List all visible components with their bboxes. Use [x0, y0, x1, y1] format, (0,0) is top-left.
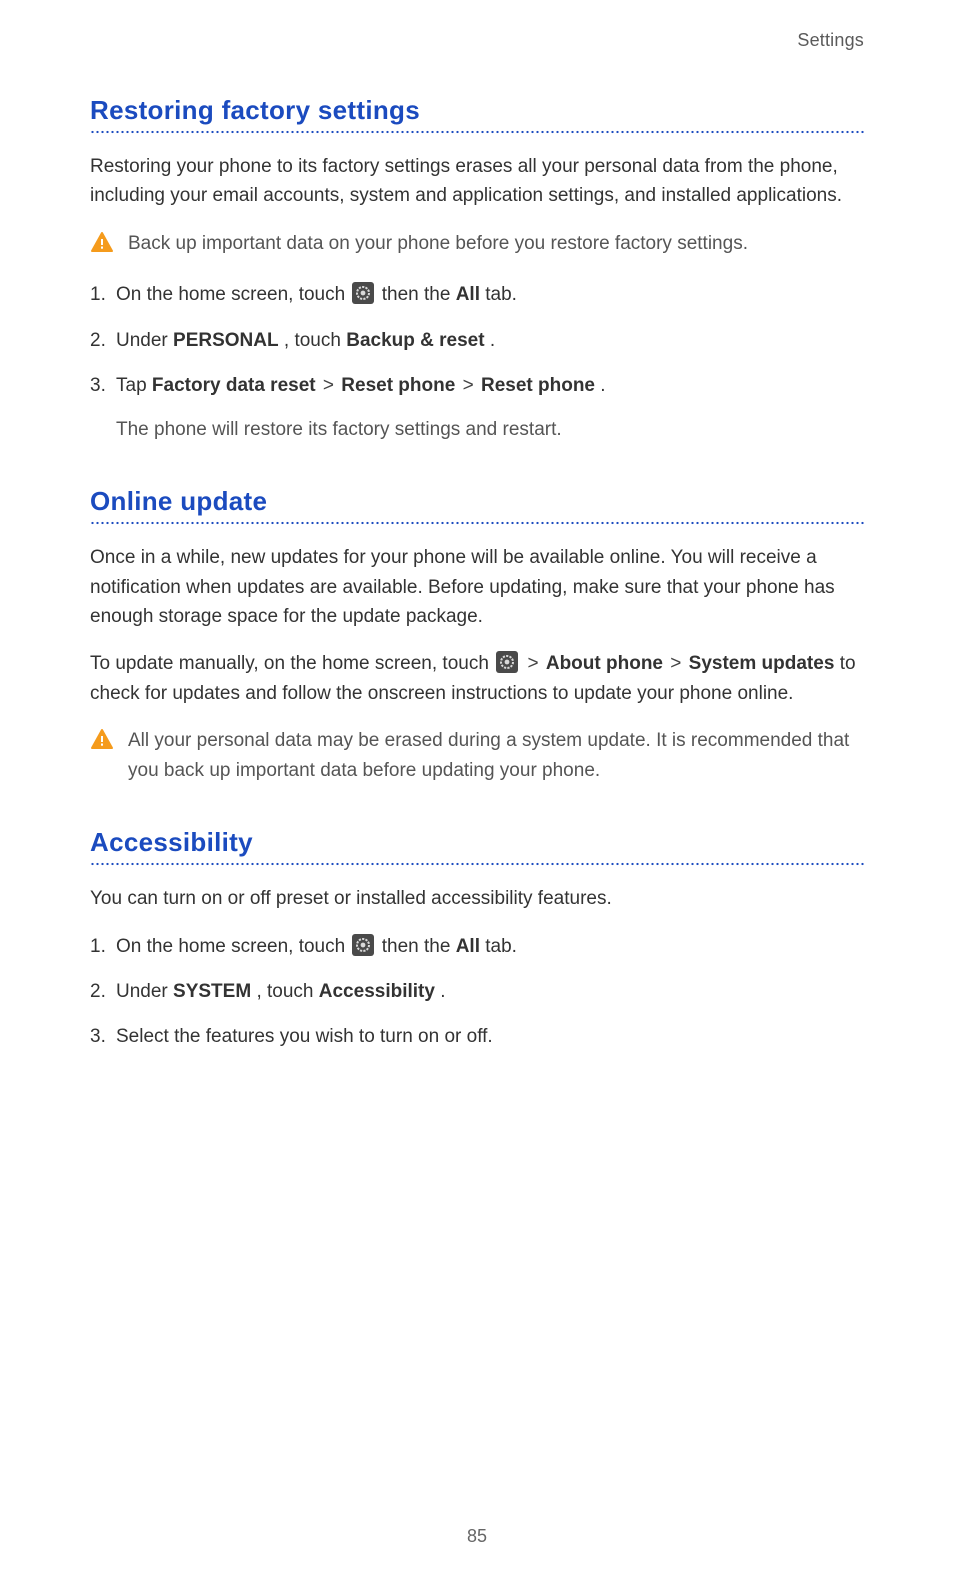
- update-warning-text: All your personal data may be erased dur…: [128, 726, 864, 785]
- page-number: 85: [0, 1526, 954, 1547]
- warning-icon: [90, 728, 114, 750]
- chevron: >: [461, 375, 476, 396]
- access-step-2: Under SYSTEM , touch Accessibility .: [90, 977, 864, 1006]
- text: Under: [116, 330, 173, 351]
- access-step-3: Select the features you wish to turn on …: [90, 1022, 864, 1051]
- chevron: >: [321, 375, 336, 396]
- update-warning: All your personal data may be erased dur…: [90, 726, 864, 785]
- label: Accessibility: [319, 981, 435, 1002]
- access-intro: You can turn on or off preset or install…: [90, 884, 864, 913]
- section-restore: Restoring factory settings Restoring you…: [90, 95, 864, 444]
- label: Backup & reset: [346, 330, 484, 351]
- restore-steps: On the home screen, touch then the All t…: [90, 280, 864, 444]
- divider: [90, 521, 864, 525]
- settings-icon: [352, 282, 374, 304]
- text: To update manually, on the home screen, …: [90, 653, 494, 674]
- text: .: [440, 981, 445, 1002]
- text: Tap: [116, 375, 152, 396]
- text: tab.: [485, 936, 517, 957]
- chevron: >: [668, 653, 683, 674]
- warning-icon: [90, 231, 114, 253]
- all-tab-label: All: [456, 936, 480, 957]
- text: , touch: [284, 330, 346, 351]
- text: , touch: [256, 981, 318, 1002]
- all-tab-label: All: [456, 284, 480, 305]
- access-steps: On the home screen, touch then the All t…: [90, 932, 864, 1052]
- label: Reset phone: [341, 375, 455, 396]
- update-manual-line: To update manually, on the home screen, …: [90, 649, 864, 708]
- label: SYSTEM: [173, 981, 251, 1002]
- text: Under: [116, 981, 173, 1002]
- text: On the home screen, touch: [116, 284, 350, 305]
- section-title-update: Online update: [90, 486, 864, 517]
- settings-icon: [496, 651, 518, 673]
- divider: [90, 130, 864, 134]
- restore-step-3-sub: The phone will restore its factory setti…: [116, 415, 864, 444]
- settings-icon: [352, 934, 374, 956]
- section-accessibility: Accessibility You can turn on or off pre…: [90, 827, 864, 1052]
- running-header: Settings: [90, 30, 864, 51]
- restore-intro: Restoring your phone to its factory sett…: [90, 152, 864, 211]
- label: System updates: [689, 653, 835, 674]
- label: PERSONAL: [173, 330, 279, 351]
- text: Select the features you wish to turn on …: [116, 1026, 493, 1047]
- chevron: >: [525, 653, 540, 674]
- restore-warning: Back up important data on your phone bef…: [90, 229, 864, 258]
- access-step-1: On the home screen, touch then the All t…: [90, 932, 864, 961]
- restore-step-2: Under PERSONAL , touch Backup & reset .: [90, 326, 864, 355]
- update-intro: Once in a while, new updates for your ph…: [90, 543, 864, 631]
- text: tab.: [485, 284, 517, 305]
- text: then the: [382, 936, 456, 957]
- text: .: [600, 375, 605, 396]
- section-update: Online update Once in a while, new updat…: [90, 486, 864, 785]
- page: Settings Restoring factory settings Rest…: [0, 0, 954, 1577]
- section-title-restore: Restoring factory settings: [90, 95, 864, 126]
- restore-warning-text: Back up important data on your phone bef…: [128, 229, 864, 258]
- restore-step-3: Tap Factory data reset > Reset phone > R…: [90, 371, 864, 444]
- text: .: [490, 330, 495, 351]
- label: Reset phone: [481, 375, 595, 396]
- label: Factory data reset: [152, 375, 316, 396]
- label: About phone: [546, 653, 663, 674]
- section-title-accessibility: Accessibility: [90, 827, 864, 858]
- divider: [90, 862, 864, 866]
- restore-step-1: On the home screen, touch then the All t…: [90, 280, 864, 309]
- text: On the home screen, touch: [116, 936, 350, 957]
- text: then the: [382, 284, 456, 305]
